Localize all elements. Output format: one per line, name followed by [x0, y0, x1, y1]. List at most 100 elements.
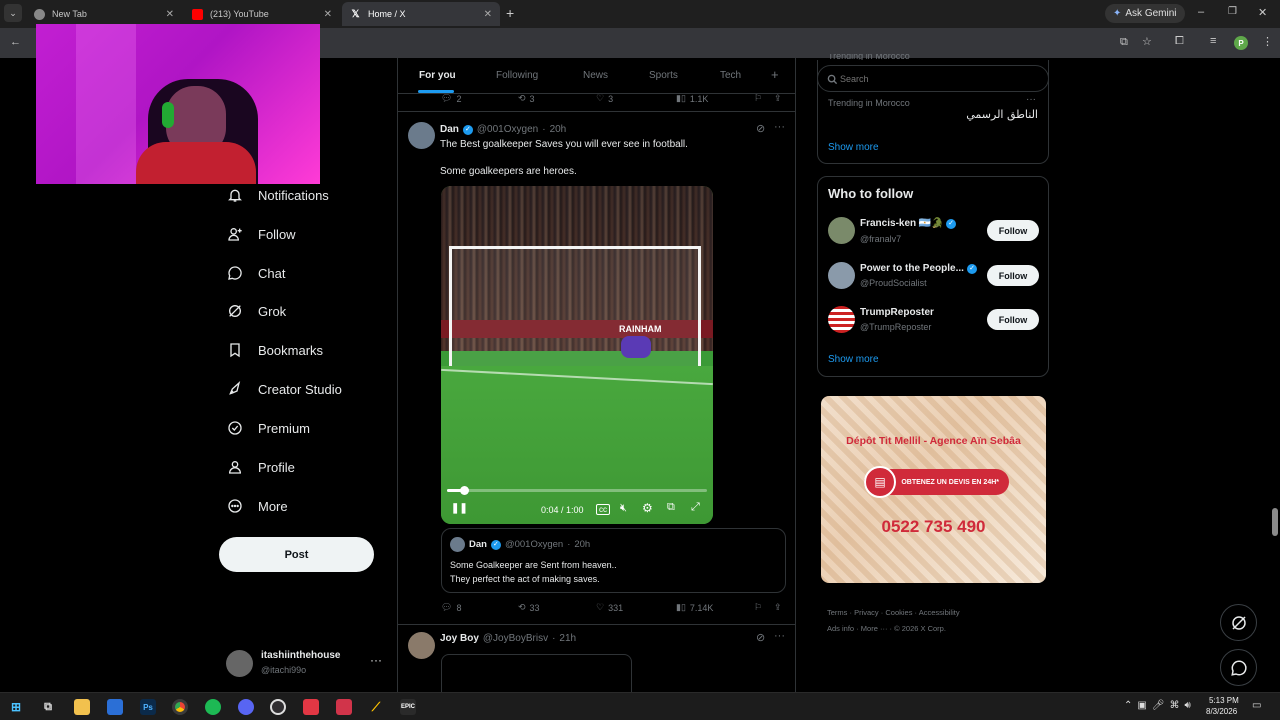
bookmark-icon[interactable]: ⚐ — [754, 93, 762, 104]
post-button[interactable]: Post — [219, 537, 374, 572]
tab-news[interactable]: News — [583, 70, 608, 81]
epic-games-icon[interactable]: EPIC — [400, 699, 416, 715]
more-dots-icon[interactable]: ··· — [774, 630, 785, 642]
nav-more[interactable]: More — [226, 495, 288, 517]
app-red-icon[interactable] — [303, 699, 319, 715]
back-arrow-icon[interactable]: ← — [10, 36, 21, 48]
nav-bookmarks[interactable]: Bookmarks — [226, 339, 323, 361]
restore-icon[interactable]: ❐ — [1228, 6, 1237, 17]
media-placeholder[interactable] — [441, 654, 632, 692]
nav-follow[interactable]: Follow — [226, 223, 296, 245]
footer-link[interactable]: Accessibility — [919, 608, 960, 617]
views-button[interactable]: ▮▯ 7.14K — [676, 602, 713, 613]
add-tab-icon[interactable]: + — [771, 67, 779, 82]
new-tab-button[interactable]: + — [506, 5, 514, 21]
browser-tab-new-tab[interactable]: New Tab ✕ — [26, 2, 182, 26]
more-dots-icon[interactable]: ··· — [774, 121, 785, 133]
ask-gemini-button[interactable]: ✦ Ask Gemini — [1105, 4, 1185, 23]
settings-gear-icon[interactable]: ⚙ — [642, 501, 653, 515]
browser-tab-youtube[interactable]: (213) YouTube ✕ — [184, 2, 340, 26]
footer-link[interactable]: Privacy — [854, 608, 879, 617]
nav-profile[interactable]: Profile — [226, 456, 295, 478]
video-progress-track[interactable] — [447, 486, 707, 495]
close-icon[interactable]: ✕ — [324, 9, 332, 20]
clock-time[interactable]: 5:13 PM — [1209, 696, 1239, 705]
share-icon[interactable]: ⇪ — [774, 602, 782, 613]
pip-icon[interactable]: ⧉ — [667, 501, 675, 514]
views-button[interactable]: ▮▯ 1.1K — [676, 93, 708, 104]
nav-premium[interactable]: Premium — [226, 417, 310, 439]
follow-button[interactable]: Follow — [987, 220, 1039, 241]
avatar[interactable] — [408, 122, 435, 149]
grok-icon[interactable]: ⊘ — [756, 122, 765, 135]
clock-date[interactable]: 8/3/2026 — [1206, 707, 1237, 716]
grok-float-button[interactable] — [1220, 604, 1257, 641]
bookmark-icon[interactable]: ⚐ — [754, 602, 762, 613]
footer-link[interactable]: Ads info — [827, 624, 854, 633]
captions-icon[interactable]: cc — [596, 504, 610, 515]
tab-tech[interactable]: Tech — [720, 70, 741, 81]
repost-button[interactable]: ⟲ 33 — [518, 602, 540, 613]
reading-list-icon[interactable]: ≡ — [1210, 35, 1216, 47]
quoted-tweet[interactable]: Dan ✓ @001Oxygen · 20h Some Goalkeeper a… — [441, 528, 786, 593]
chrome-icon[interactable] — [172, 699, 188, 715]
tab-sports[interactable]: Sports — [649, 70, 678, 81]
sponsored-ad[interactable]: Dépôt Tit Mellil - Agence Aïn Sebâa OBTE… — [821, 396, 1046, 583]
show-more-link[interactable]: Show more — [828, 354, 879, 365]
browser-tab-x-home[interactable]: 𝕏 Home / X ✕ — [342, 2, 500, 26]
nav-chat[interactable]: Chat — [226, 262, 285, 284]
more-dots-icon[interactable]: ··· — [370, 653, 382, 667]
footer-link[interactable]: Cookies — [885, 608, 912, 617]
mute-icon[interactable]: 🔇︎ — [620, 502, 627, 515]
tab-for-you[interactable]: For you — [419, 70, 456, 81]
follow-button[interactable]: Follow — [987, 265, 1039, 286]
more-dots-icon[interactable]: ··· — [1026, 94, 1036, 105]
avatar[interactable] — [408, 632, 435, 659]
notification-center-icon[interactable]: ▭ — [1252, 700, 1261, 711]
tab-following[interactable]: Following — [496, 70, 538, 81]
task-view-icon[interactable]: ⧉ — [40, 699, 56, 715]
windows-start-icon[interactable]: ⊞ — [8, 699, 24, 715]
screen-cast-icon[interactable]: ⧉ — [1120, 36, 1128, 49]
video-player[interactable]: RAINHAM ❚❚ 0:04 / 1:00 cc 🔇︎ ⚙ ⧉ ⤢ — [441, 186, 713, 524]
reply-button[interactable]: 💬︎ 8 — [441, 602, 461, 613]
nav-grok[interactable]: Grok — [226, 300, 286, 322]
photoshop-icon[interactable]: Ps — [140, 699, 156, 715]
like-button[interactable]: ♡ 331 — [596, 602, 623, 613]
star-icon[interactable]: ☆ — [1142, 35, 1152, 48]
trend-item[interactable]: Trending in Morocco ··· الناطق الرسمي — [828, 94, 1040, 132]
pause-button[interactable]: ❚❚ — [451, 503, 468, 514]
footer-link[interactable]: More ··· — [861, 624, 888, 633]
spotify-icon[interactable] — [205, 699, 221, 715]
file-explorer-icon[interactable] — [74, 699, 90, 715]
app-yellow-icon[interactable]: ⟋ — [368, 699, 384, 715]
close-window-icon[interactable]: ✕ — [1258, 6, 1267, 19]
discord-icon[interactable] — [238, 699, 254, 715]
extensions-icon[interactable]: ⧠ — [1175, 35, 1184, 48]
obs-icon[interactable] — [270, 699, 286, 715]
grok-icon[interactable]: ⊘ — [756, 631, 765, 644]
account-switcher[interactable]: itashiinthehouse @itachi99o ··· — [226, 648, 386, 680]
messages-float-button[interactable] — [1220, 649, 1257, 686]
system-tray-icons[interactable]: ⌃▣🎤︎⌘🔊︎ — [1124, 700, 1196, 711]
close-icon[interactable]: ✕ — [166, 9, 174, 20]
close-icon[interactable]: ✕ — [484, 9, 492, 20]
minimize-icon[interactable]: – — [1198, 6, 1204, 18]
author-name[interactable]: Dan — [440, 124, 459, 135]
author-name[interactable]: Joy Boy — [440, 633, 479, 644]
nav-notifications[interactable]: Notifications — [226, 184, 329, 206]
footer-link[interactable]: Terms — [827, 608, 847, 617]
page-scrollbar[interactable] — [1272, 508, 1278, 536]
profile-avatar[interactable]: P — [1234, 36, 1248, 50]
nav-creator-studio[interactable]: Creator Studio — [226, 378, 342, 400]
menu-kebab-icon[interactable]: ⋮ — [1262, 35, 1273, 48]
store-icon[interactable] — [107, 699, 123, 715]
share-icon[interactable]: ⇪ — [774, 93, 782, 104]
like-button[interactable]: ♡ 3 — [596, 93, 613, 104]
app-valorant-icon[interactable] — [336, 699, 352, 715]
follow-button[interactable]: Follow — [987, 309, 1039, 330]
tab-search-icon[interactable]: ⌄ — [4, 4, 22, 22]
reply-button[interactable]: 💬︎ 2 — [441, 93, 461, 104]
repost-button[interactable]: ⟲ 3 — [518, 93, 535, 104]
show-more-link[interactable]: Show more — [828, 142, 879, 153]
